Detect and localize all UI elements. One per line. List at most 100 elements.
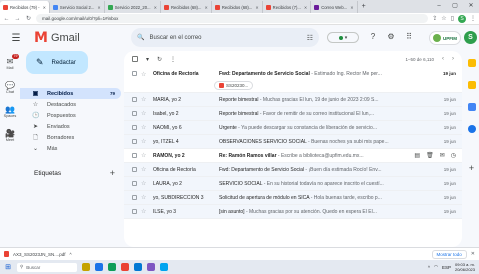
star-icon[interactable]: ☆	[141, 180, 149, 187]
add-label-button[interactable]: +	[110, 168, 121, 178]
email-row[interactable]: ☆ Isabel, yo 2 Reporte bimestral - Favor d…	[124, 107, 462, 121]
row-checkbox[interactable]	[132, 111, 137, 116]
row-checkbox[interactable]	[132, 209, 137, 214]
search-bar[interactable]: 🔍 Buscar en el correo ☷	[131, 28, 319, 47]
star-icon[interactable]: ☆	[141, 166, 149, 173]
back-icon[interactable]: ←	[3, 16, 10, 22]
rail-item-chat[interactable]: 💬 Chat	[0, 75, 20, 99]
show-all-downloads-button[interactable]: Mostrar todo	[431, 249, 467, 259]
browser-tab[interactable]: Recibidos (68)... ✕	[212, 1, 263, 13]
browser-tab[interactable]: Correo Web... ✕	[311, 1, 358, 13]
browser-tab[interactable]: Recibidos (79) - ✕	[0, 1, 50, 13]
search-input[interactable]: Buscar en el correo	[149, 35, 301, 41]
system-clock[interactable]: 09:03 a. m. 20/06/2023	[455, 262, 475, 272]
browser-tab[interactable]: Servicio 2022_20... ✕	[105, 1, 161, 13]
star-icon[interactable]: ☆	[141, 152, 149, 159]
star-icon[interactable]: ☆	[141, 208, 149, 215]
taskbar-app-icon[interactable]	[147, 263, 155, 271]
row-checkbox[interactable]	[132, 167, 137, 172]
bookmark-star-icon[interactable]: ☆	[441, 15, 446, 22]
calendar-icon[interactable]	[467, 59, 476, 67]
star-icon[interactable]: ☆	[141, 96, 149, 103]
taskbar-app-icon[interactable]	[160, 263, 168, 271]
account-avatar[interactable]: S	[464, 31, 477, 44]
compose-button[interactable]: ✎ Redactar	[26, 51, 88, 74]
nav-item-borradores[interactable]: 🗋 Borradores	[20, 132, 121, 143]
email-row[interactable]: ☆ Oficina de Rectoría Fwd: Departamento de…	[124, 163, 462, 177]
close-download-bar-button[interactable]: ✕	[471, 251, 475, 257]
rail-item-mail[interactable]: ✉ Mail 79	[0, 51, 20, 75]
row-checkbox[interactable]	[132, 97, 137, 102]
url-field[interactable]: mail.google.com/mail/u/0/?pli=1#inbox	[36, 14, 429, 23]
attachment-chip[interactable]: SS20230...	[214, 81, 254, 90]
email-row[interactable]: ☆ yo, ITZEL 4 OBSERVACIONES SERVICIO SOCIA…	[124, 135, 462, 149]
extensions-icon[interactable]: ▯	[451, 15, 454, 22]
nav-item-más[interactable]: ⌄ Más	[20, 143, 121, 154]
wifi-icon[interactable]: ◠	[434, 264, 438, 270]
star-icon[interactable]: ☆	[141, 124, 149, 131]
taskbar-app-icon[interactable]	[82, 263, 90, 271]
star-icon[interactable]: ☆	[141, 138, 149, 145]
select-all-checkbox[interactable]	[132, 56, 138, 62]
nav-item-destacados[interactable]: ☆ Destacados	[20, 99, 121, 110]
star-icon[interactable]: ☆	[141, 110, 149, 117]
close-window-button[interactable]: ✕	[463, 0, 479, 12]
previous-page-icon[interactable]: ‹	[442, 56, 444, 62]
tab-close-icon[interactable]: ✕	[154, 5, 157, 10]
next-page-icon[interactable]: ›	[452, 56, 454, 62]
tasks-icon[interactable]	[467, 103, 476, 111]
tab-close-icon[interactable]: ✕	[255, 5, 258, 10]
tab-close-icon[interactable]: ✕	[97, 5, 100, 10]
share-icon[interactable]: ⇪	[432, 15, 437, 22]
email-row[interactable]: ☆ ILSE, yo 3 [sin asunto] - Muchas gracias…	[124, 205, 462, 219]
taskbar-app-icon[interactable]	[121, 263, 129, 271]
browser-menu-icon[interactable]: ⋮	[470, 15, 476, 22]
row-checkbox[interactable]	[132, 181, 137, 186]
refresh-icon[interactable]: ↻	[157, 56, 162, 63]
star-icon[interactable]: ☆	[141, 71, 149, 78]
download-filename[interactable]: AX3_SS2023JN_SN....pdf	[13, 252, 66, 257]
email-row[interactable]: ☆ MARIA, yo 2 Reporte bimestral - Muchas g…	[124, 93, 462, 107]
taskbar-search-input[interactable]: Buscar	[26, 265, 40, 270]
mark-read-icon[interactable]: ✉	[440, 152, 445, 159]
archive-icon[interactable]: ▤	[414, 152, 420, 159]
tab-close-icon[interactable]: ✕	[204, 5, 207, 10]
email-row[interactable]: ☆ LAURA, yo 2 SERVICIO SOCIAL - En su hist…	[124, 177, 462, 191]
status-chip[interactable]: ▾	[327, 32, 359, 43]
new-tab-button[interactable]: +	[358, 1, 370, 13]
email-row[interactable]: ☆ RAMÓN, yo 2 Re: Ramón Ramos villar - Esc…	[124, 149, 462, 163]
settings-gear-icon[interactable]: ⚙	[386, 32, 396, 41]
browser-tab[interactable]: Recibidos (7)... ✕	[263, 1, 312, 13]
language-indicator[interactable]: ESP	[442, 265, 451, 270]
rail-item-spaces[interactable]: 👥 Spaces	[0, 99, 20, 123]
taskbar-app-icon[interactable]	[108, 263, 116, 271]
row-checkbox[interactable]	[132, 125, 137, 130]
search-options-icon[interactable]: ☷	[307, 34, 313, 42]
gmail-logo[interactable]: M Gmail	[34, 30, 124, 46]
get-addons-icon[interactable]: +	[464, 163, 479, 173]
nav-item-enviados[interactable]: ➤ Enviados	[20, 121, 121, 132]
taskbar-search[interactable]: ⚲ Buscar	[17, 262, 77, 272]
row-checkbox[interactable]	[132, 195, 137, 200]
help-icon[interactable]: ?	[368, 32, 378, 41]
browser-tab[interactable]: Recibidos (68)... ✕	[161, 1, 212, 13]
more-options-icon[interactable]: ⋮	[170, 56, 176, 63]
maximize-button[interactable]: ▢	[447, 0, 463, 12]
email-row[interactable]: ☆ yo, SUBDIRECCIÓN 3 Solicitud de apertura…	[124, 191, 462, 205]
apps-grid-icon[interactable]: ⠿	[404, 32, 414, 41]
star-icon[interactable]: ☆	[141, 194, 149, 201]
taskbar-app-icon[interactable]	[134, 263, 142, 271]
tab-close-icon[interactable]: ✕	[304, 5, 307, 10]
tray-chevron-icon[interactable]: ^	[428, 265, 430, 270]
browser-tab[interactable]: Servicio Social 2... ✕	[50, 1, 105, 13]
minimize-button[interactable]: –	[431, 0, 447, 12]
delete-icon[interactable]: 🗑	[426, 152, 434, 159]
rail-item-meet[interactable]: 🎥 Meet	[0, 123, 20, 147]
download-options-icon[interactable]: ^	[70, 252, 72, 257]
nav-item-recibidos[interactable]: ▣ Recibidos 79	[20, 88, 121, 99]
taskbar-app-icon[interactable]	[95, 263, 103, 271]
contacts-icon[interactable]	[467, 125, 476, 133]
windows-start-icon[interactable]: ⊞	[4, 263, 12, 271]
email-row[interactable]: ☆ NAOMI, yo 6 Urgente - Ya puede descargar…	[124, 121, 462, 135]
row-checkbox[interactable]	[132, 153, 137, 158]
